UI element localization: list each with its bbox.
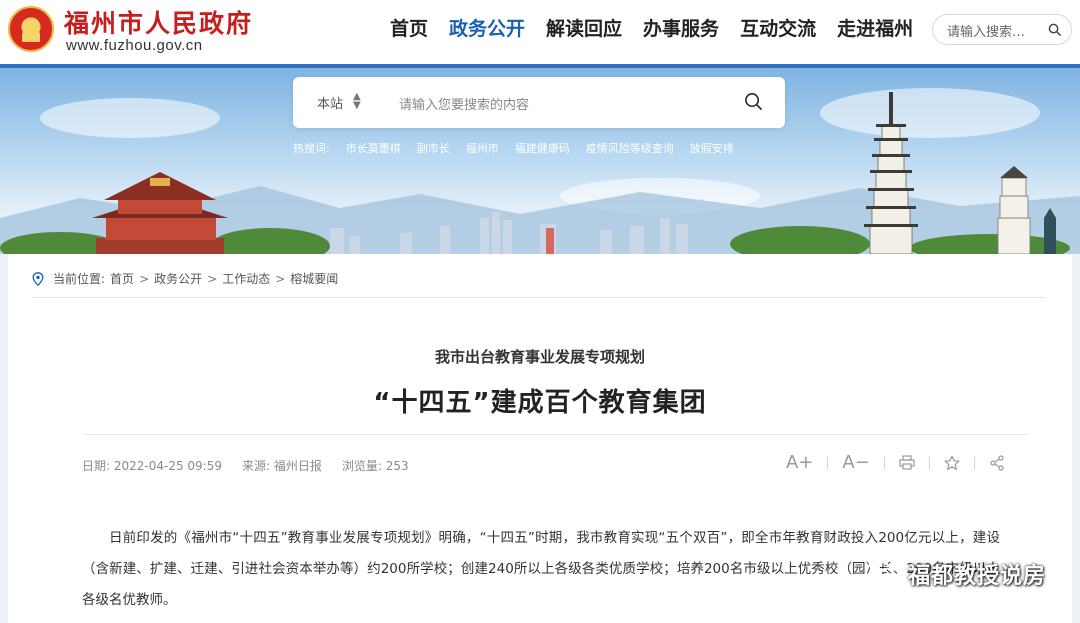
toolbar-separator — [973, 455, 975, 470]
breadcrumb-separator: > — [139, 271, 150, 286]
breadcrumb-home[interactable]: 首页 — [110, 270, 134, 287]
hot-search-words: 热搜词: 市长莫蕾棋 副市长 福州市 福建健康码 疫情风险等级查询 放假安排 — [293, 140, 734, 156]
breadcrumb-label: 当前位置: — [53, 272, 106, 286]
site-url: www.fuzhou.gov.cn — [66, 37, 203, 54]
article-title: “十四五”建成百个教育集团 — [373, 388, 707, 418]
nav-item-government-affairs[interactable]: 政务公开 — [449, 14, 525, 41]
toolbar-separator — [928, 455, 930, 470]
site-header: ★ 福州市人民政府 www.fuzhou.gov.cn 首页 政务公开 解读回应… — [0, 0, 1080, 64]
nav-item-home[interactable]: 首页 — [390, 14, 428, 41]
article-toolbar: A+ A− — [786, 452, 1005, 473]
breadcrumb-government-affairs[interactable]: 政务公开 — [154, 270, 202, 287]
breadcrumb-separator: > — [275, 271, 286, 286]
header-search-placeholder: 请输入搜索… — [947, 25, 1026, 40]
location-pin-icon — [32, 271, 44, 286]
main-nav: 首页 政务公开 解读回应 办事服务 互动交流 走进福州 — [390, 14, 913, 41]
wechat-watermark: 福都教授说房 — [864, 558, 1046, 590]
font-smaller-button[interactable]: A− — [842, 452, 869, 473]
font-larger-button[interactable]: A+ — [786, 452, 813, 473]
hotword-link[interactable]: 疫情风险等级查询 — [586, 140, 674, 156]
search-scope-select[interactable]: 本站 — [317, 93, 343, 112]
watermark-text: 福都教授说房 — [908, 564, 1047, 589]
hotwords-label: 热搜词: — [293, 142, 330, 155]
site-name[interactable]: 福州市人民政府 — [64, 4, 253, 40]
hotword-link[interactable]: 市长莫蕾棋 — [346, 140, 401, 156]
share-icon[interactable] — [989, 454, 1005, 471]
breadcrumb: 当前位置: 首页 > 政务公开 > 工作动态 > 榕城要闻 — [32, 270, 338, 287]
breadcrumb-separator: > — [207, 271, 218, 286]
hotword-link[interactable]: 副市长 — [417, 140, 450, 156]
nav-item-about-fuzhou[interactable]: 走进福州 — [837, 14, 913, 41]
sort-arrows-icon[interactable]: ▲ ▼ — [353, 92, 361, 111]
hotword-link[interactable]: 福建健康码 — [515, 140, 570, 156]
article-views: 浏览量: 253 — [341, 459, 409, 473]
national-emblem-icon[interactable]: ★ — [8, 6, 54, 52]
hotword-link[interactable]: 放假安排 — [690, 140, 734, 156]
article-source: 来源: 福州日报 — [242, 459, 322, 473]
article-subtitle: 我市出台教育事业发展专项规划 — [434, 348, 645, 366]
site-search-input[interactable]: 请输入您要搜索的内容 — [399, 94, 529, 113]
article-body: 日前印发的《福州市“十四五”教育事业发展专项规划》明确，“十四五”时期，我市教育… — [82, 530, 1000, 608]
divider — [84, 434, 1028, 435]
print-icon[interactable] — [899, 455, 915, 470]
toolbar-separator — [827, 455, 829, 470]
divider — [32, 297, 1046, 298]
search-icon[interactable] — [1048, 23, 1061, 36]
nav-item-interpretation[interactable]: 解读回应 — [546, 14, 622, 41]
hotword-link[interactable]: 福州市 — [466, 140, 499, 156]
banner: 本站 ▲ ▼ 请输入您要搜索的内容 热搜词: 市长莫蕾棋 副市长 福州市 福建健康… — [0, 68, 1080, 254]
breadcrumb-city-news[interactable]: 榕城要闻 — [290, 270, 338, 287]
search-icon[interactable] — [744, 92, 763, 111]
star-favorite-icon[interactable] — [944, 455, 960, 471]
toolbar-separator — [883, 455, 885, 470]
article-date: 日期: 2022-04-25 09:59 — [82, 459, 222, 473]
article-meta: 日期: 2022-04-25 09:59 来源: 福州日报 浏览量: 253 — [82, 457, 409, 474]
header-search-input[interactable]: 请输入搜索… — [932, 14, 1072, 45]
breadcrumb-work-news[interactable]: 工作动态 — [222, 270, 270, 287]
nav-item-services[interactable]: 办事服务 — [643, 14, 719, 41]
wechat-icon — [865, 561, 901, 587]
nav-item-interaction[interactable]: 互动交流 — [740, 14, 816, 41]
site-search-box[interactable]: 本站 ▲ ▼ 请输入您要搜索的内容 — [293, 77, 785, 128]
